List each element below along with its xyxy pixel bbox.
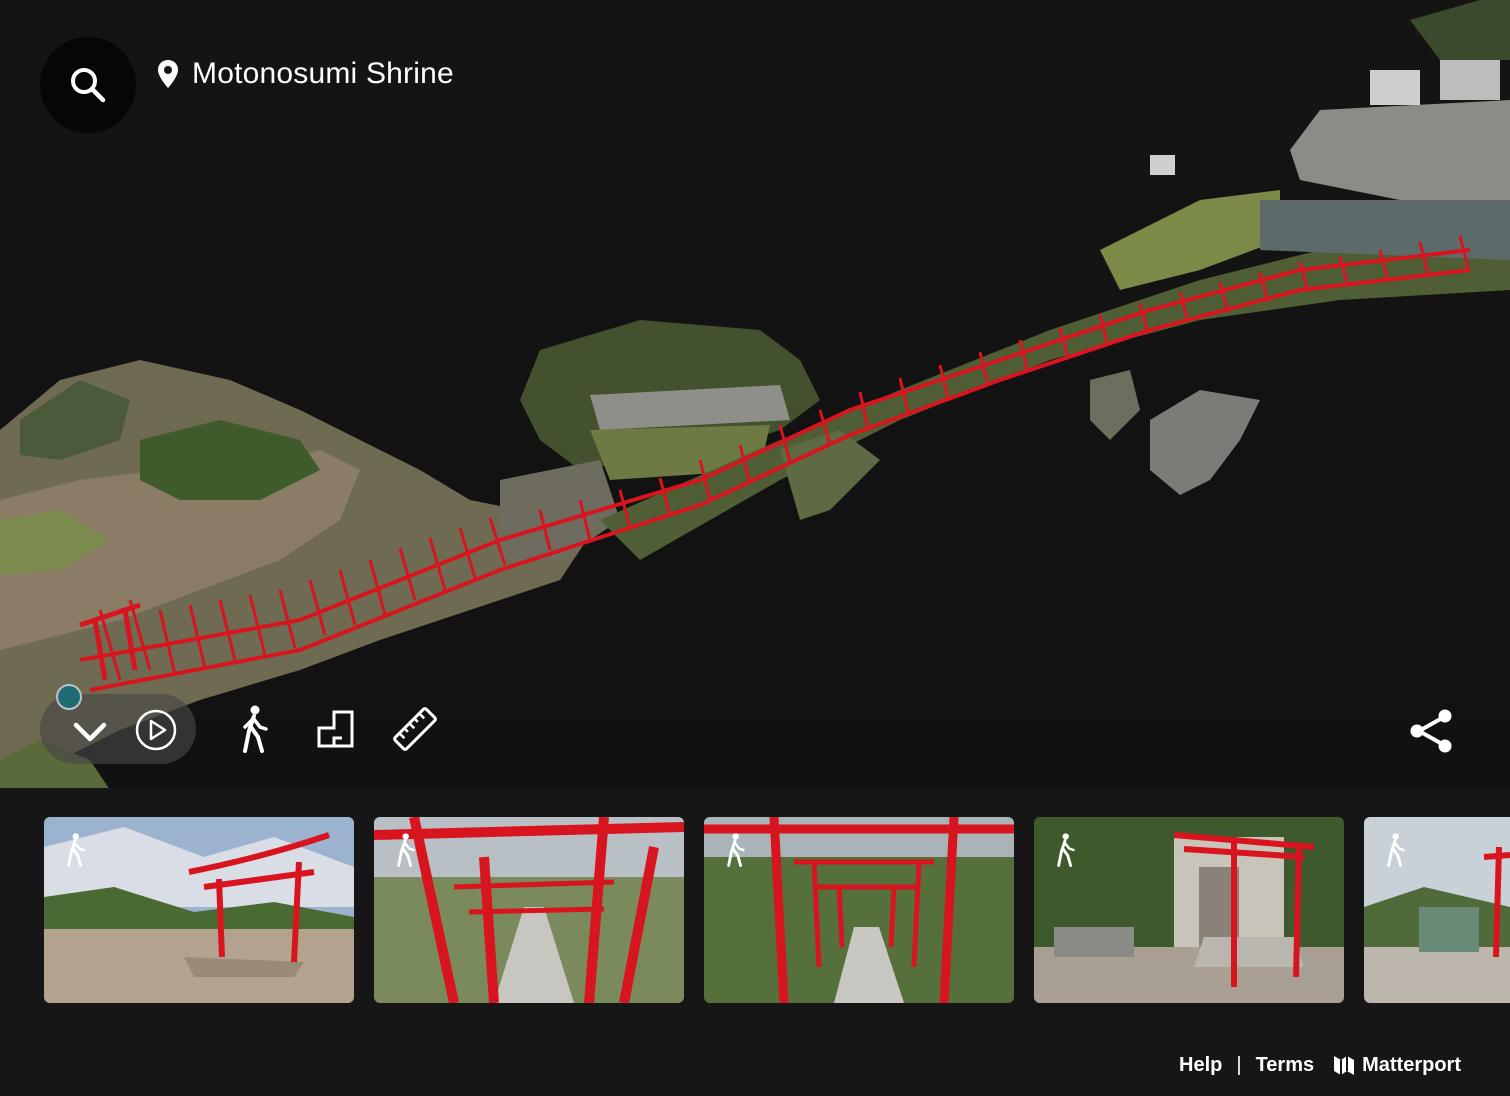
highlight-thumbnail[interactable] (1364, 817, 1510, 1003)
play-tour-button[interactable] (132, 706, 180, 754)
chevron-down-icon (73, 722, 107, 742)
terms-link[interactable]: Terms (1256, 1054, 1315, 1077)
walk-icon (1387, 833, 1405, 867)
floorplan-button[interactable] (311, 705, 359, 753)
highlight-thumbnail[interactable] (44, 817, 354, 1003)
floorplan-icon (317, 710, 354, 748)
thumbnail-image (374, 817, 684, 1003)
model-title-text: Motonosumi Shrine (192, 57, 454, 90)
measure-button[interactable] (390, 704, 440, 754)
model-title: Motonosumi Shrine (156, 56, 454, 92)
thumbnail-image (704, 817, 1014, 1003)
thumbnail-image (1034, 817, 1344, 1003)
thumbnail-image (44, 817, 354, 1003)
inside-view-button[interactable] (230, 703, 278, 755)
highlight-thumbnail[interactable] (704, 817, 1014, 1003)
share-icon (1410, 709, 1452, 753)
help-link[interactable]: Help (1179, 1054, 1222, 1077)
footer-separator: | (1236, 1053, 1242, 1076)
walk-icon (397, 833, 415, 867)
map-pin-icon (158, 60, 178, 88)
matterport-logo-icon (1334, 1056, 1355, 1075)
share-button[interactable] (1404, 704, 1458, 758)
collapse-button[interactable] (68, 710, 112, 754)
walk-icon (727, 833, 745, 867)
search-icon (71, 68, 106, 103)
highlight-thumbnail[interactable] (1034, 817, 1344, 1003)
walk-icon (67, 833, 85, 867)
ruler-icon (393, 707, 437, 751)
matterport-link[interactable]: Matterport (1332, 1053, 1461, 1077)
play-circle-icon (135, 709, 177, 751)
footer: Help | Terms Matterport (1179, 1050, 1461, 1080)
walk-icon (243, 705, 268, 753)
brand-name: Matterport (1362, 1053, 1461, 1076)
position-indicator (56, 684, 82, 710)
search-button[interactable] (40, 37, 136, 133)
walk-icon (1057, 833, 1075, 867)
highlight-thumbnail[interactable] (374, 817, 684, 1003)
